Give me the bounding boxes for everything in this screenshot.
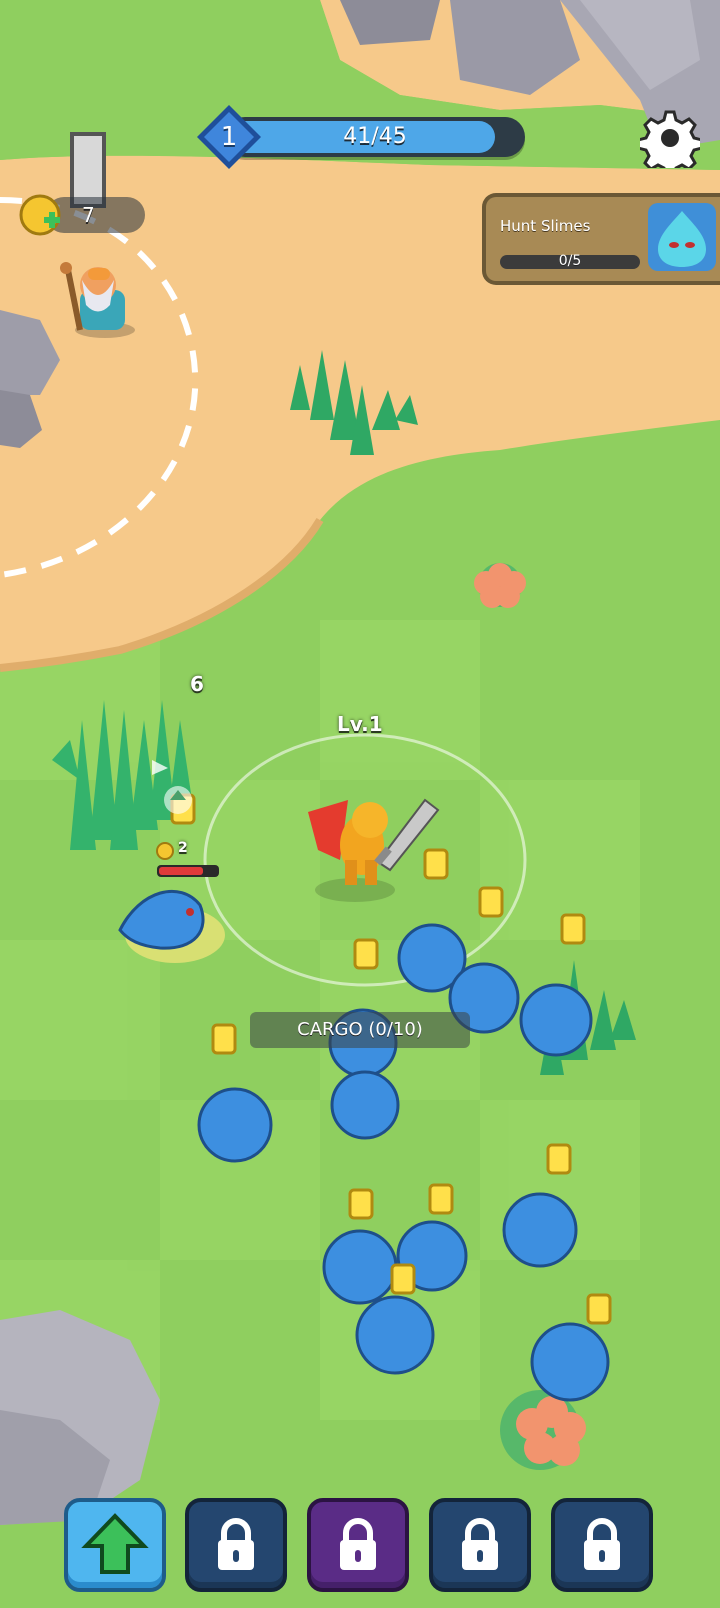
coin-count: 7: [82, 203, 95, 227]
lock-icon: [218, 1518, 254, 1570]
locked-slot-2[interactable]: [307, 1498, 409, 1592]
enemy-coin-reward: 2: [178, 840, 188, 856]
locked-slot-1[interactable]: [185, 1498, 287, 1592]
lock-icon: [340, 1518, 376, 1570]
xp-text: 41/45: [343, 124, 407, 149]
player-level-label: Lv.1: [337, 712, 383, 736]
quest-progress-text: 0/5: [558, 253, 582, 269]
locked-slot-3[interactable]: [429, 1498, 531, 1592]
gear-icon[interactable]: [640, 108, 700, 168]
quest-title: Hunt Slimes: [500, 217, 591, 235]
level-number: 1: [220, 122, 238, 152]
xp-bar: 41/45 1: [195, 103, 530, 171]
quest-panel[interactable]: Hunt Slimes 0/5: [482, 193, 720, 285]
lock-icon: [584, 1518, 620, 1570]
lock-icon: [462, 1518, 498, 1570]
arrow-up-icon: [81, 1513, 149, 1574]
locked-slot-4[interactable]: [551, 1498, 653, 1592]
coin-counter: 7: [18, 193, 145, 237]
upgrade-button[interactable]: [64, 1498, 166, 1592]
slime-icon: [648, 203, 716, 271]
coin-plus-icon: [19, 194, 61, 236]
floating-damage-number: 6: [190, 672, 204, 696]
cargo-label: CARGO (0/10): [250, 1012, 470, 1048]
xp-bar-track: 41/45: [225, 117, 525, 157]
